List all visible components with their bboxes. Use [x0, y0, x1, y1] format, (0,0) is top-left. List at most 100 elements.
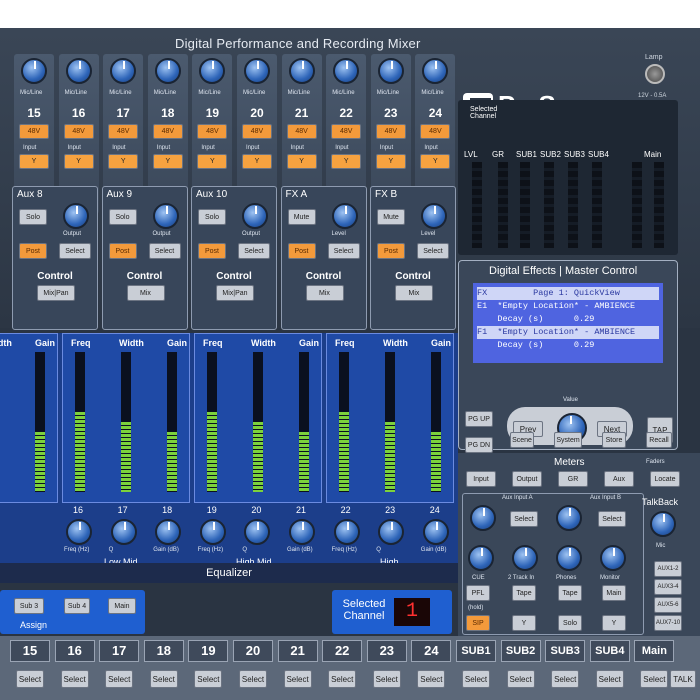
phantom-48v-button[interactable]: 48V	[420, 124, 451, 139]
channel-select-button[interactable]: Select	[194, 670, 223, 688]
mix-mode-button[interactable]: Mix	[126, 285, 165, 301]
input-select-button[interactable]: Y	[375, 154, 406, 169]
phones-knob[interactable]	[556, 545, 582, 571]
aux-output-knob[interactable]	[63, 203, 89, 229]
aux-select-button[interactable]: Select	[327, 243, 360, 259]
channel-select-button[interactable]: Select	[595, 670, 624, 688]
system-button[interactable]: System	[554, 432, 582, 448]
eq-knob[interactable]	[244, 519, 271, 545]
phantom-48v-button[interactable]: 48V	[242, 124, 272, 139]
meter-mode-button[interactable]: Aux	[604, 471, 634, 487]
mic-line-gain-knob[interactable]	[244, 58, 270, 84]
channel-select-button[interactable]: Select	[149, 670, 178, 688]
cue-knob[interactable]	[468, 545, 494, 571]
mic-line-gain-knob[interactable]	[21, 58, 47, 84]
aux-select-button[interactable]: Select	[238, 243, 270, 259]
eq-knob[interactable]	[289, 519, 315, 545]
aux-output-knob[interactable]	[421, 203, 447, 229]
aux-select-button[interactable]: Select	[59, 243, 91, 259]
talk-button[interactable]: TALK	[670, 670, 696, 688]
aux-select-button[interactable]: Select	[148, 243, 181, 259]
mic-line-gain-knob[interactable]	[110, 58, 137, 84]
aux-input-b-knob[interactable]	[556, 505, 582, 531]
aux-output-knob[interactable]	[242, 203, 268, 229]
talkback-assign-button[interactable]: AUX1-2	[654, 561, 682, 577]
scene-button[interactable]: Scene	[510, 432, 534, 448]
phantom-48v-button[interactable]: 48V	[63, 124, 94, 139]
mic-line-gain-knob[interactable]	[65, 58, 92, 84]
mic-line-gain-knob[interactable]	[154, 58, 181, 84]
tape-button[interactable]: Tape	[512, 585, 536, 601]
phantom-48v-button[interactable]: 48V	[108, 124, 139, 139]
pfl-button[interactable]: PFL	[466, 585, 490, 601]
tape-sel-button[interactable]: Y	[512, 615, 536, 631]
eq-knob[interactable]	[378, 519, 405, 545]
talkback-assign-button[interactable]: AUX3-4	[654, 579, 682, 595]
eq-knob[interactable]	[110, 519, 137, 545]
phantom-48v-button[interactable]: 48V	[197, 124, 228, 139]
eq-knob[interactable]	[155, 519, 182, 545]
channel-select-button[interactable]: Select	[551, 670, 580, 688]
solo-button[interactable]: Solo	[558, 615, 582, 631]
sub3-button[interactable]: Sub 3	[14, 598, 44, 614]
monitor-sel-button[interactable]: Y	[602, 615, 626, 631]
talkback-assign-button[interactable]: AUX7-10	[654, 615, 682, 631]
input-select-button[interactable]: Y	[19, 154, 49, 169]
input-select-button[interactable]: Y	[108, 154, 139, 169]
channel-select-button[interactable]: Select	[105, 670, 134, 688]
aux-solo-mute-button[interactable]: Solo	[108, 209, 137, 225]
input-select-button[interactable]: Y	[420, 154, 451, 169]
monitor-knob[interactable]	[600, 545, 626, 571]
sub4-button[interactable]: Sub 4	[64, 598, 90, 614]
channel-select-button[interactable]: Select	[16, 670, 44, 688]
mix-mode-button[interactable]: Mix	[305, 285, 344, 301]
monitor-main-button[interactable]: Main	[602, 585, 626, 601]
channel-select-button[interactable]: Select	[417, 670, 446, 688]
aux-post-button[interactable]: Post	[19, 243, 47, 259]
channel-select-button[interactable]: Select	[372, 670, 401, 688]
sip-button[interactable]: SIP	[466, 615, 490, 631]
mix-mode-button[interactable]: Mix|Pan	[216, 285, 254, 301]
mic-line-gain-knob[interactable]	[333, 58, 360, 84]
pg-up-button[interactable]: PG UP	[465, 411, 493, 427]
aux-post-button[interactable]: Post	[198, 243, 226, 259]
phones-tape-button[interactable]: Tape	[558, 585, 582, 601]
aux-output-knob[interactable]	[331, 203, 358, 229]
input-select-button[interactable]: Y	[286, 154, 317, 169]
eq-knob[interactable]	[199, 519, 226, 545]
channel-select-button[interactable]: Select	[239, 670, 267, 688]
meter-mode-button[interactable]: GR	[558, 471, 588, 487]
channel-select-button[interactable]: Select	[60, 670, 89, 688]
aux-input-a-knob[interactable]	[470, 505, 496, 531]
channel-select-button[interactable]: Select	[506, 670, 535, 688]
aux-select-button[interactable]: Select	[417, 243, 449, 259]
pg-dn-button[interactable]: PG DN	[465, 437, 493, 453]
store-button[interactable]: Store	[602, 432, 626, 448]
eq-knob[interactable]	[333, 519, 360, 545]
aux-solo-mute-button[interactable]: Solo	[19, 209, 47, 225]
aux-solo-mute-button[interactable]: Mute	[377, 209, 405, 225]
aux-output-knob[interactable]	[152, 203, 179, 229]
eq-knob[interactable]	[422, 519, 449, 545]
aux-post-button[interactable]: Post	[108, 243, 137, 259]
phantom-48v-button[interactable]: 48V	[375, 124, 406, 139]
input-select-button[interactable]: Y	[331, 154, 362, 169]
channel-select-button[interactable]: Select	[283, 670, 312, 688]
talkback-knob[interactable]	[650, 511, 676, 537]
mic-line-gain-knob[interactable]	[377, 58, 404, 84]
phantom-48v-button[interactable]: 48V	[286, 124, 317, 139]
phantom-48v-button[interactable]: 48V	[19, 124, 49, 139]
aux-a-select-button[interactable]: Select	[510, 511, 538, 527]
phantom-48v-button[interactable]: 48V	[331, 124, 362, 139]
input-select-button[interactable]: Y	[63, 154, 94, 169]
meter-mode-button[interactable]: Input	[466, 471, 496, 487]
aux-post-button[interactable]: Post	[377, 243, 405, 259]
phantom-48v-button[interactable]: 48V	[152, 124, 183, 139]
main-assign-button[interactable]: Main	[108, 598, 136, 614]
aux-post-button[interactable]: Post	[287, 243, 316, 259]
input-select-button[interactable]: Y	[152, 154, 183, 169]
aux-solo-mute-button[interactable]: Solo	[198, 209, 226, 225]
mix-mode-button[interactable]: Mix	[395, 285, 433, 301]
aux-b-select-button[interactable]: Select	[598, 511, 626, 527]
lamp-socket-icon[interactable]	[645, 64, 665, 84]
